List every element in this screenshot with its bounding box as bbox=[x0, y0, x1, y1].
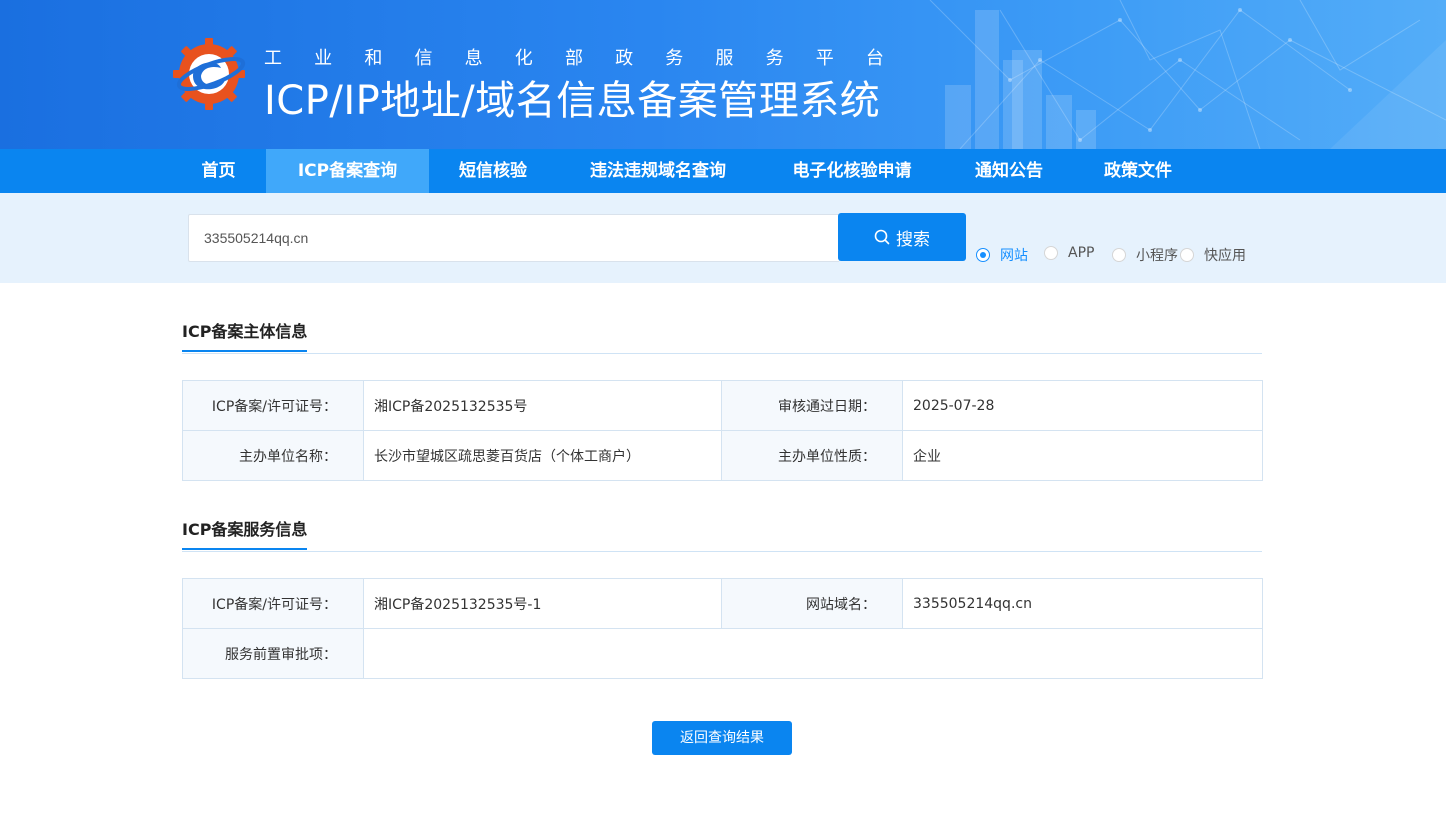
domain-value: 335505214qq.cn bbox=[902, 578, 1263, 629]
subtitle-char: 信 bbox=[414, 48, 433, 69]
section-divider bbox=[182, 551, 1262, 552]
subtitle-char: 和 bbox=[364, 48, 383, 69]
table-row: 服务前置审批项： bbox=[182, 628, 1263, 679]
nav-item-e-verify[interactable]: 电子化核验申请 bbox=[759, 149, 945, 193]
radio-dot bbox=[1112, 248, 1126, 262]
approval-date-value: 2025-07-28 bbox=[902, 380, 1263, 431]
license-value: 湘ICP备2025132535号 bbox=[363, 380, 722, 431]
radio-quick-app[interactable]: 快应用 bbox=[1180, 245, 1246, 265]
org-name-value: 长沙市望城区疏思菱百货店（个体工商户） bbox=[363, 430, 722, 481]
subtitle-char: 平 bbox=[815, 48, 834, 69]
subtitle-char: 服 bbox=[715, 48, 734, 69]
subtitle-char: 化 bbox=[514, 48, 533, 69]
back-to-results-button[interactable]: 返回查询结果 bbox=[652, 721, 792, 755]
nav-item-policies[interactable]: 政策文件 bbox=[1073, 149, 1203, 193]
search-icon bbox=[874, 229, 890, 245]
subtitle-char: 息 bbox=[464, 48, 483, 69]
search-button[interactable]: 搜索 bbox=[838, 213, 966, 261]
org-type-value: 企业 bbox=[902, 430, 1263, 481]
subtitle-char: 业 bbox=[314, 48, 333, 69]
radio-dot bbox=[976, 248, 990, 262]
nav-item-home[interactable]: 首页 bbox=[171, 149, 266, 193]
radio-mini-program[interactable]: 小程序 bbox=[1112, 245, 1178, 265]
search-button-label: 搜索 bbox=[896, 229, 930, 250]
system-title: ICP/IP地址/域名信息备案管理系统 bbox=[264, 78, 881, 124]
subtitle-char: 台 bbox=[865, 48, 884, 69]
entity-info-table: ICP备案/许可证号： 湘ICP备2025132535号 审核通过日期： 202… bbox=[182, 380, 1263, 481]
pre-approval-value bbox=[363, 628, 1263, 679]
nav-item-illegal-domain[interactable]: 违法违规域名查询 bbox=[557, 149, 759, 193]
subtitle-char: 部 bbox=[564, 48, 583, 69]
header-subtitle: 工 业 和 信 息 化 部 政 务 服 务 平 台 bbox=[264, 44, 884, 70]
subtitle-char: 政 bbox=[615, 48, 634, 69]
radio-label: 网站 bbox=[1000, 248, 1028, 264]
radio-dot bbox=[1180, 248, 1194, 262]
radio-label: 小程序 bbox=[1136, 248, 1178, 264]
radio-app[interactable]: APP bbox=[1044, 245, 1094, 261]
subtitle-char: 务 bbox=[665, 48, 684, 69]
table-row: ICP备案/许可证号： 湘ICP备2025132535号 审核通过日期： 202… bbox=[182, 380, 1263, 431]
nav-item-sms-verify[interactable]: 短信核验 bbox=[429, 149, 557, 193]
table-row: ICP备案/许可证号： 湘ICP备2025132535号-1 网站域名： 335… bbox=[182, 578, 1263, 629]
main-nav: 首页 ICP备案查询 短信核验 违法违规域名查询 电子化核验申请 通知公告 政策… bbox=[0, 149, 1446, 193]
entity-section-title: ICP备案主体信息 bbox=[182, 318, 308, 352]
table-row: 主办单位名称： 长沙市望城区疏思菱百货店（个体工商户） 主办单位性质： 企业 bbox=[182, 430, 1263, 481]
subtitle-char: 工 bbox=[264, 48, 282, 69]
service-section-title: ICP备案服务信息 bbox=[182, 516, 308, 550]
nav-item-notices[interactable]: 通知公告 bbox=[945, 149, 1073, 193]
radio-label: APP bbox=[1068, 245, 1095, 261]
subtitle-char: 务 bbox=[765, 48, 784, 69]
site-header: 工 业 和 信 息 化 部 政 务 服 务 平 台 ICP/IP地址/域名信息备… bbox=[0, 0, 1446, 149]
search-input[interactable] bbox=[188, 214, 839, 262]
nav-item-icp-query[interactable]: ICP备案查询 bbox=[266, 149, 429, 193]
service-license-value: 湘ICP备2025132535号-1 bbox=[363, 578, 722, 629]
miit-logo-icon bbox=[173, 38, 246, 110]
pre-approval-label: 服务前置审批项： bbox=[182, 628, 364, 679]
radio-label: 快应用 bbox=[1204, 248, 1246, 264]
service-license-label: ICP备案/许可证号： bbox=[182, 578, 364, 629]
service-info-table: ICP备案/许可证号： 湘ICP备2025132535号-1 网站域名： 335… bbox=[182, 578, 1263, 679]
radio-dot bbox=[1044, 246, 1058, 260]
radio-website[interactable]: 网站 bbox=[976, 245, 1028, 265]
section-divider bbox=[182, 353, 1262, 354]
org-type-label: 主办单位性质： bbox=[721, 430, 903, 481]
search-band: 搜索 网站 APP 小程序 快应用 bbox=[0, 193, 1446, 283]
domain-label: 网站域名： bbox=[721, 578, 903, 629]
org-name-label: 主办单位名称： bbox=[182, 430, 364, 481]
approval-date-label: 审核通过日期： bbox=[721, 380, 903, 431]
license-label: ICP备案/许可证号： bbox=[182, 380, 364, 431]
